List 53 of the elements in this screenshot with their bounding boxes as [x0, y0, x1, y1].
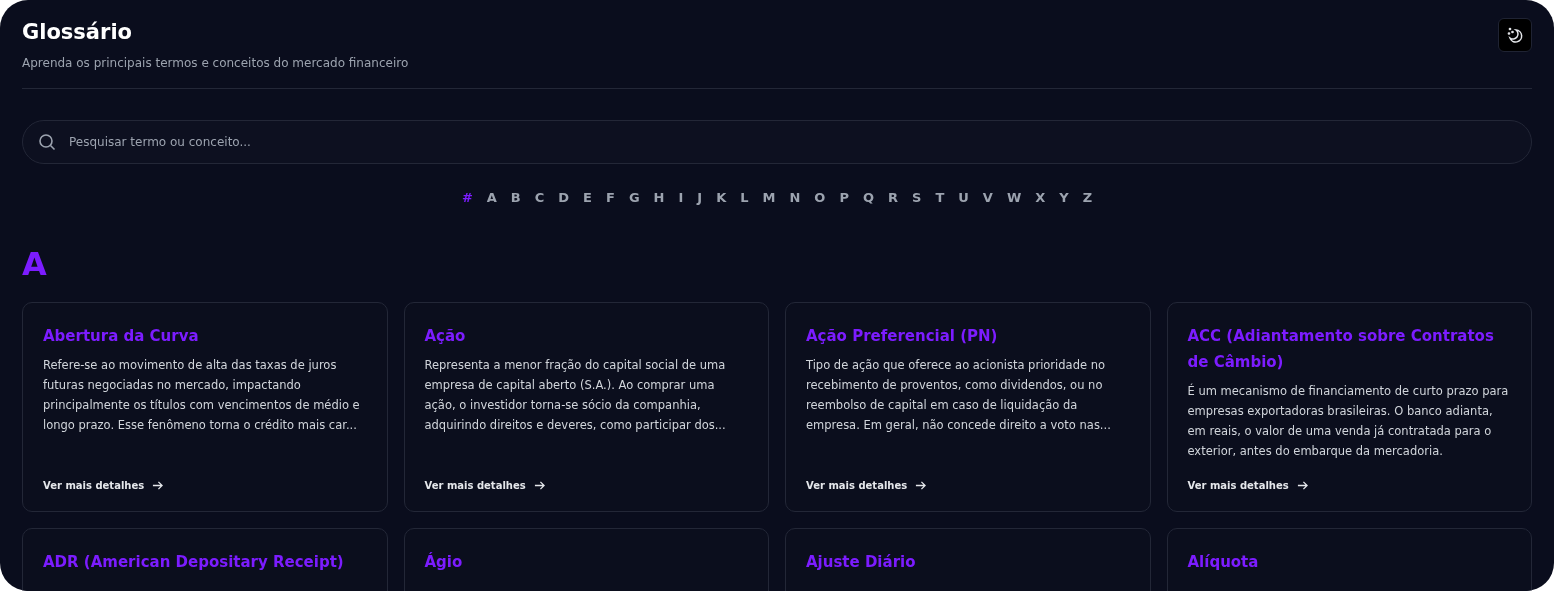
letter-filter-link[interactable]: W	[1003, 188, 1025, 208]
term-title: Ação	[424, 325, 467, 347]
term-title: Ação Preferencial (PN)	[806, 325, 999, 347]
details-link[interactable]: Ver mais detalhes	[43, 477, 367, 493]
letter-filter-link[interactable]: T	[932, 188, 948, 208]
term-description: Tipo de ação que oferece ao acionista prioridade no recebimento de proventos, como dividendos, ou no reembolso de capital em caso de liquidação da empresa. Em geral, não concede direito a voto nas...	[806, 356, 1112, 434]
letter-filter-link[interactable]: E	[580, 188, 595, 208]
letter-filter-link[interactable]: R	[885, 188, 901, 208]
term-description: É um mecanismo de financiamento de curto prazo para empresas exportadoras brasileiras. O banco adianta, em reais, o valor de uma venda já contratada para o exterior, antes do embarque da mercadoria.	[1187, 382, 1510, 460]
letter-filter-link[interactable]: K	[713, 188, 730, 208]
page-title: Glossário	[22, 19, 133, 46]
details-link[interactable]: Ver mais detalhes	[424, 477, 748, 493]
term-title: ADR (American Depositary Receipt)	[43, 551, 345, 573]
theme-toggle-button[interactable]	[1498, 18, 1532, 52]
arrow-right-icon	[152, 479, 164, 491]
page-subtitle: Aprenda os principais termos e conceitos do mercado financeiro	[22, 55, 409, 72]
details-link[interactable]: Ver mais detalhes	[806, 477, 1130, 493]
search-icon	[38, 133, 56, 151]
letter-filter-link[interactable]: Z	[1079, 188, 1096, 208]
term-title: Ajuste Diário	[806, 551, 917, 573]
term-description: Refere-se ao movimento de alta das taxas de juros futuras negociadas no mercado, impactando principalmente os títulos com vencimentos de médio e longo prazo. Esse fenômeno torna o crédito mais car...	[43, 356, 361, 434]
term-title: Alíquota	[1187, 551, 1260, 573]
letter-filter-link[interactable]: G	[625, 188, 643, 208]
letter-filter-link[interactable]: H	[650, 188, 668, 208]
letter-filter-link[interactable]: I	[675, 188, 687, 208]
letter-filter-link[interactable]: M	[759, 188, 779, 208]
arrow-right-icon	[533, 479, 545, 491]
letter-filter-link[interactable]: U	[955, 188, 972, 208]
letter-filter-link[interactable]: P	[836, 188, 852, 208]
letter-filter-link[interactable]: S	[909, 188, 925, 208]
letter-filter-link[interactable]: F	[603, 188, 618, 208]
letter-filter-link[interactable]: D	[555, 188, 573, 208]
term-title: ACC (Adiantamento sobre Contratos de Câmbio)	[1187, 325, 1495, 373]
search-field[interactable]: Pesquisar termo ou conceito...	[22, 120, 1532, 164]
moon-stars-icon	[1506, 26, 1524, 44]
letter-filter-link[interactable]: Q	[859, 188, 877, 208]
letter-filter-link[interactable]: B	[507, 188, 524, 208]
letter-filter-link[interactable]: X	[1032, 188, 1049, 208]
arrow-right-icon	[915, 479, 927, 491]
letter-filter-link[interactable]: L	[737, 188, 752, 208]
letter-filter-link[interactable]: C	[531, 188, 548, 208]
letter-filter-link[interactable]: J	[694, 188, 706, 208]
letter-filter-link[interactable]: N	[786, 188, 804, 208]
arrow-right-icon	[1296, 479, 1308, 491]
details-link[interactable]: Ver mais detalhes	[1187, 477, 1511, 493]
letter-filter-link[interactable]: A	[483, 188, 500, 208]
term-description: Representa a menor fração do capital social de uma empresa de capital aberto (S.A.). Ao comprar uma ação, o investidor torna-se sócio da companhia, adquirindo direitos e deveres, como participar dos...	[424, 356, 727, 434]
term-title: Abertura da Curva	[43, 325, 200, 347]
letter-filter-link[interactable]: Y	[1056, 188, 1072, 208]
letter-filter-link[interactable]: V	[979, 188, 996, 208]
letter-filter-link[interactable]: O	[811, 188, 829, 208]
section-letter-heading: A	[22, 243, 48, 284]
term-title: Ágio	[424, 551, 464, 573]
